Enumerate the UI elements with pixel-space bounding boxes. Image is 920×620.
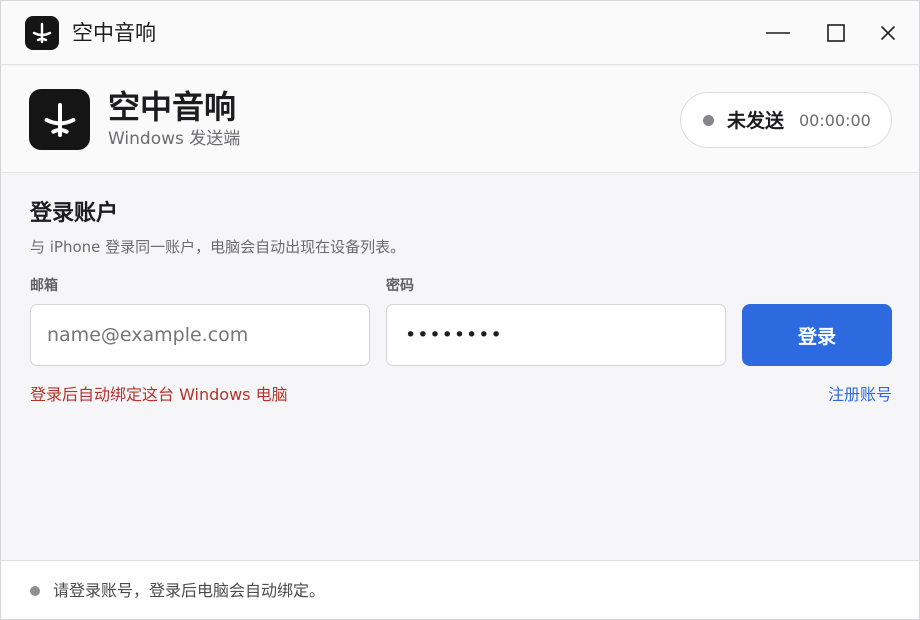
app-name: 空中音响 — [108, 88, 237, 126]
airplane-icon — [25, 16, 59, 50]
window-title: 空中音响 — [72, 21, 156, 45]
airplane-icon — [44, 102, 75, 137]
status-badge: 未发送 00:00:00 — [680, 92, 892, 148]
minimize-icon — [766, 32, 790, 34]
login-button[interactable]: 登录 — [742, 304, 892, 366]
maximize-button[interactable] — [816, 15, 856, 51]
status-timer: 00:00:00 — [799, 111, 871, 130]
maximize-icon — [827, 24, 845, 42]
register-link[interactable]: 注册账号 — [828, 385, 892, 405]
app-header: 空中音响 Windows 发送端 未发送 00:00:00 — [1, 66, 919, 173]
close-icon — [881, 26, 895, 40]
title-bar[interactable]: 空中音响 — [1, 1, 919, 65]
email-label: 邮箱 — [30, 278, 58, 294]
status-footer: 请登录账号，登录后电脑会自动绑定。 — [1, 560, 919, 619]
password-field[interactable]: •••••••• — [386, 304, 726, 366]
minimize-button[interactable] — [758, 15, 798, 51]
close-button[interactable] — [868, 15, 908, 51]
footer-message: 请登录账号，登录后电脑会自动绑定。 — [53, 581, 326, 600]
password-value: •••••••• — [405, 324, 503, 346]
footer-status-dot — [30, 586, 40, 596]
login-title: 登录账户 — [30, 201, 119, 226]
app-logo — [29, 89, 90, 150]
status-dot — [703, 115, 714, 126]
email-field[interactable] — [30, 304, 370, 366]
status-label: 未发送 — [727, 110, 785, 132]
login-description: 与 iPhone 登录同一账户，电脑会自动出现在设备列表。 — [30, 238, 406, 256]
bind-hint: 登录后自动绑定这台 Windows 电脑 — [30, 385, 288, 404]
password-label: 密码 — [386, 278, 414, 294]
app-subtitle: Windows 发送端 — [108, 129, 241, 149]
app-window: 空中音响 空中音响 Windows 发送端 未发送 00:00:00 登录账户 … — [0, 0, 920, 620]
